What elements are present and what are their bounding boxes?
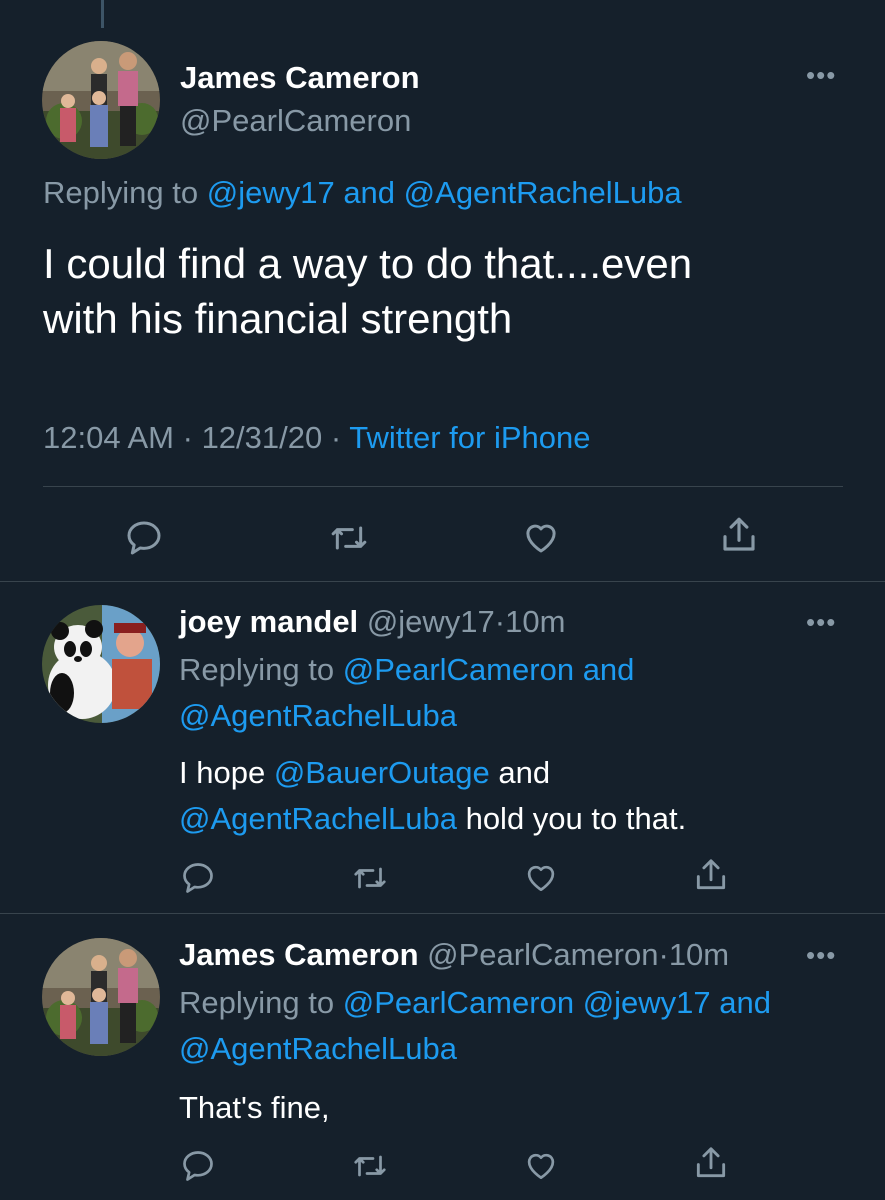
mention-link[interactable]: @AgentRachelLuba (179, 698, 457, 733)
divider (0, 913, 885, 914)
mention-link[interactable]: @AgentRachelLuba (404, 175, 682, 210)
share-icon[interactable] (718, 514, 760, 556)
replying-prefix: Replying to (179, 652, 335, 687)
mention-link[interactable]: @BauerOutage (274, 755, 490, 790)
meta-separator: · (330, 420, 342, 455)
like-icon[interactable] (522, 1146, 560, 1184)
meta-separator: · (658, 937, 669, 972)
replying-prefix: Replying to (43, 175, 199, 210)
avatar[interactable] (42, 41, 160, 159)
tweet-time: 12:04 AM (43, 420, 174, 455)
display-name[interactable]: James Cameron (179, 937, 419, 972)
mention-link[interactable]: @AgentRachelLuba (179, 1031, 457, 1066)
avatar[interactable] (42, 605, 160, 723)
mention-link[interactable]: @AgentRachelLuba (179, 801, 457, 836)
divider (43, 486, 843, 487)
more-icon[interactable]: ••• (806, 942, 836, 968)
reply-header: James Cameron @PearlCameron·10m (179, 937, 729, 973)
tweet-text-line: I could find a way to do that....even (43, 240, 693, 287)
tweet-metadata: 12:04 AM · 12/31/20 · Twitter for iPhone (43, 420, 590, 456)
display-name[interactable]: joey mandel (179, 604, 358, 639)
replying-and: and (719, 985, 772, 1020)
mention-link[interactable]: @PearlCameron (343, 652, 574, 687)
thread-connector-line (101, 0, 104, 28)
share-icon[interactable] (692, 856, 730, 894)
retweet-icon[interactable] (327, 518, 371, 558)
user-handle[interactable]: @jewy17 (367, 604, 495, 639)
tweet-source[interactable]: Twitter for iPhone (349, 420, 590, 455)
reply-icon[interactable] (180, 860, 216, 896)
replying-prefix: Replying to (179, 985, 335, 1020)
replying-and: and (343, 175, 396, 210)
meta-separator: · (182, 420, 193, 455)
mention-link[interactable]: @jewy17 (207, 175, 335, 210)
tweet-text: I could find a way to do that....even wi… (43, 236, 843, 346)
replying-to-line: Replying to @PearlCameron and @AgentRach… (179, 647, 839, 739)
mention-link[interactable]: @jewy17 (583, 985, 711, 1020)
tweet-age: 10m (505, 604, 566, 639)
tweet-text: That's fine, (179, 1090, 330, 1125)
avatar[interactable] (42, 938, 160, 1056)
retweet-icon[interactable] (350, 1148, 390, 1184)
meta-separator: · (494, 604, 506, 639)
replying-to-line: Replying to @jewy17 and @AgentRachelLuba (43, 175, 682, 211)
tweet-text-line: with his financial strength (43, 295, 513, 342)
replying-to-line: Replying to @PearlCameron @jewy17 and @A… (179, 980, 839, 1072)
tweet-age: 10m (668, 937, 730, 972)
retweet-icon[interactable] (350, 860, 390, 896)
reply-header: joey mandel @jewy17·10m (179, 604, 565, 640)
tweet-text-segment: I hope (179, 755, 266, 790)
tweet-text-segment: and (498, 755, 551, 790)
like-icon[interactable] (522, 858, 560, 896)
tweet-text: I hope @BauerOutage and @AgentRachelLuba… (179, 750, 839, 842)
tweet-date: 12/31/20 (201, 420, 323, 455)
user-handle[interactable]: @PearlCameron (180, 103, 411, 139)
display-name[interactable]: James Cameron (180, 60, 420, 96)
replying-and: and (582, 652, 635, 687)
divider (0, 581, 885, 582)
reply-icon[interactable] (124, 518, 164, 558)
mention-link[interactable]: @PearlCameron (343, 985, 574, 1020)
reply-icon[interactable] (180, 1148, 216, 1184)
like-icon[interactable] (520, 516, 562, 558)
share-icon[interactable] (692, 1144, 730, 1182)
tweet-text-segment: hold you to that. (465, 801, 687, 836)
user-handle[interactable]: @PearlCameron (427, 937, 658, 972)
more-icon[interactable]: ••• (806, 609, 836, 635)
more-icon[interactable]: ••• (806, 62, 836, 88)
